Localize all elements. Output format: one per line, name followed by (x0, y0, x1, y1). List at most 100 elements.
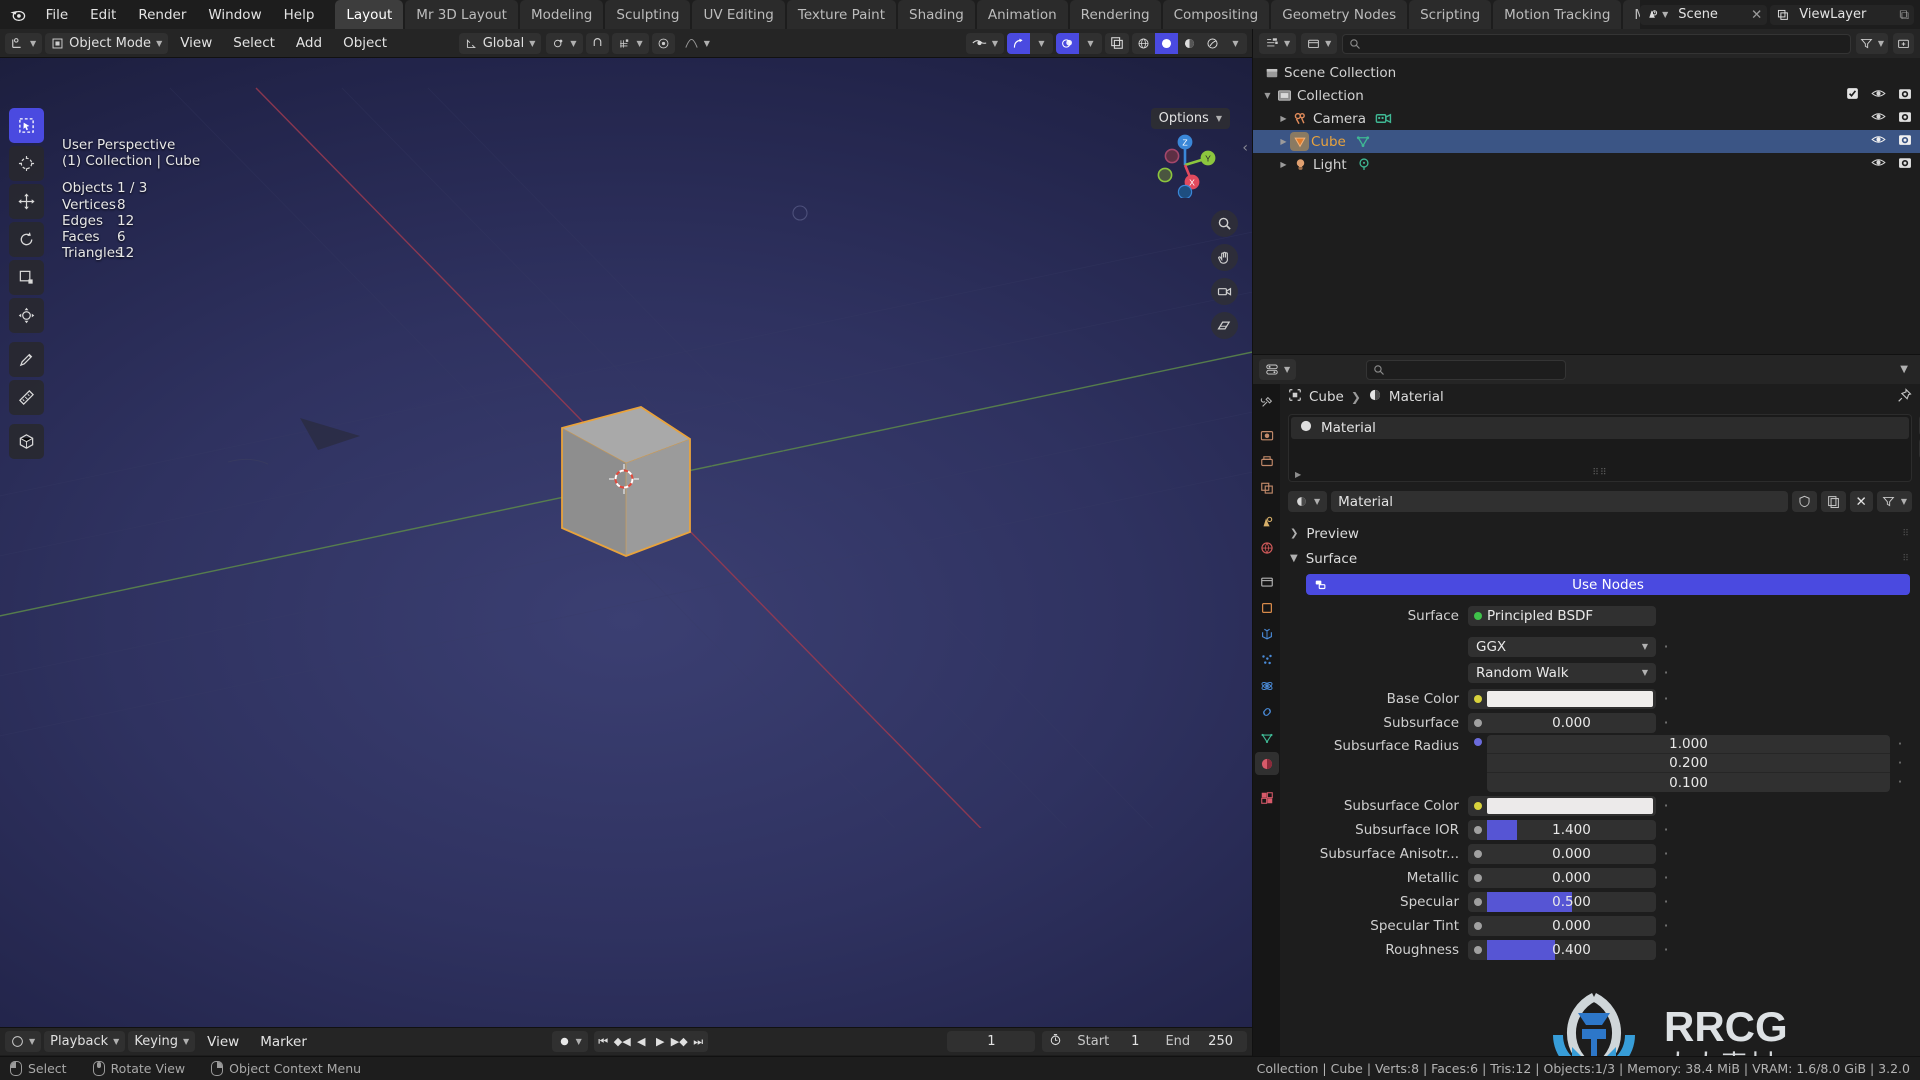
material-preview-shading-icon[interactable] (1178, 33, 1201, 54)
chevron-down-icon[interactable]: ▼ (1261, 91, 1274, 100)
editor-type-selector[interactable]: ▼ (5, 32, 43, 54)
prop-surface-value[interactable]: Principled BSDF (1468, 605, 1656, 626)
viewlayer-selector[interactable]: ViewLayer ⧉ (1770, 4, 1914, 25)
checkbox-icon[interactable] (1846, 87, 1859, 104)
breadcrumb-material[interactable]: Material (1389, 389, 1444, 405)
gizmo-toggle-group[interactable]: ▼ (1007, 32, 1053, 54)
timeline-menu-view[interactable]: View (198, 1031, 248, 1052)
fake-user-toggle[interactable] (1791, 491, 1817, 512)
animate-dot[interactable]: · (1656, 663, 1676, 682)
outliner-display-mode[interactable]: ▼ (1301, 33, 1338, 54)
play-icon[interactable]: ▶ (651, 1031, 670, 1052)
subsurface-color-swatch[interactable] (1468, 795, 1656, 816)
pivot-point-selector[interactable]: ▼ (546, 32, 583, 54)
timeline-menu-keying[interactable]: Keying ▼ (128, 1031, 196, 1052)
tab-modifiers[interactable] (1255, 622, 1279, 645)
workspace-tab-masking[interactable]: Maskin (1623, 0, 1641, 29)
camera-render-icon[interactable] (1898, 133, 1912, 151)
eye-icon[interactable] (1871, 110, 1886, 127)
browse-material-button[interactable]: ▼ (1288, 491, 1328, 512)
scene-unlink-icon[interactable]: ✕ (1746, 7, 1767, 23)
workspace-tab-uv-editing[interactable]: UV Editing (692, 0, 785, 29)
pin-icon[interactable] (1897, 387, 1912, 407)
material-name-field[interactable]: Material (1331, 491, 1788, 512)
tool-measure-icon[interactable] (9, 380, 44, 415)
tool-cursor-icon[interactable] (9, 146, 44, 181)
subsurface-method-dropdown[interactable]: Random Walk ▼ (1468, 662, 1656, 683)
tool-add-cube-icon[interactable] (9, 424, 44, 459)
viewport-menu-object[interactable]: Object (334, 33, 396, 54)
navigation-gizmo[interactable]: Z Y X (1152, 132, 1218, 198)
material-slot-list[interactable]: Material ▶ ⠿⠿ + − (1288, 414, 1920, 482)
show-overlays-icon[interactable] (1056, 32, 1079, 54)
workspace-tab-layout[interactable]: Layout (335, 0, 404, 29)
jump-to-end-icon[interactable]: ⏭ (689, 1031, 708, 1052)
rendered-shading-icon[interactable] (1201, 33, 1224, 54)
blender-logo-icon[interactable] (0, 0, 35, 29)
workspace-tab-modeling[interactable]: Modeling (519, 0, 604, 29)
wireframe-shading-icon[interactable] (1132, 33, 1155, 54)
workspace-tab-scripting[interactable]: Scripting (1409, 0, 1492, 29)
panel-drag-dots[interactable]: ⠿ (1902, 529, 1910, 539)
animate-dot[interactable]: · (1656, 916, 1676, 935)
proportional-falloff-selector[interactable]: ▼ (678, 33, 716, 54)
tool-scale-icon[interactable] (9, 260, 44, 295)
workspace-tab-geometry-nodes[interactable]: Geometry Nodes (1271, 0, 1408, 29)
tool-rotate-icon[interactable] (9, 222, 44, 257)
shading-options-chevron[interactable]: ▼ (1224, 33, 1247, 54)
metallic-slider[interactable]: 0.000 (1468, 867, 1656, 888)
animate-dot[interactable]: · (1656, 689, 1676, 708)
viewport-menu-add[interactable]: Add (287, 33, 331, 54)
eye-icon[interactable] (1871, 133, 1886, 150)
chevron-right-icon[interactable]: ▶ (1277, 160, 1290, 169)
outliner-new-collection-icon[interactable] (1893, 33, 1914, 54)
roughness-slider[interactable]: 0.400 (1468, 939, 1656, 960)
chevron-right-icon[interactable]: ▶ (1277, 137, 1290, 146)
camera-view-icon[interactable] (1211, 278, 1238, 305)
outliner-editor-type-icon[interactable]: ▼ (1259, 33, 1297, 54)
color-field[interactable] (1487, 690, 1653, 707)
tab-material[interactable] (1254, 752, 1279, 775)
animate-dot[interactable]: · (1656, 892, 1676, 911)
camera-data-icon[interactable] (1375, 111, 1392, 126)
show-gizmo-icon[interactable] (1007, 32, 1030, 54)
tab-render[interactable] (1255, 424, 1279, 447)
breadcrumb-object[interactable]: Cube (1309, 389, 1344, 405)
outliner-filter-icon[interactable]: ▼ (1855, 33, 1888, 54)
workspace-tab-mr-3d-layout[interactable]: Mr 3D Layout (405, 0, 518, 29)
visibility-selector[interactable]: ▼ (965, 32, 1004, 54)
chevron-right-icon[interactable]: ▶ (1277, 114, 1290, 123)
playback-transport[interactable]: ⏮ ◆◀ ◀ ▶ ▶◆ ⏭ (593, 1031, 708, 1052)
shading-mode-group[interactable]: ▼ (1132, 32, 1247, 54)
animate-dot[interactable]: · (1656, 940, 1676, 959)
menu-window[interactable]: Window (197, 0, 272, 29)
properties-options-chevron[interactable]: ▼ (1900, 364, 1908, 375)
object-mode-selector[interactable]: Object Mode ▼ (45, 32, 169, 54)
auto-keying-toggle[interactable]: ▼ (551, 1031, 588, 1052)
tab-tool[interactable] (1255, 390, 1279, 413)
xray-toggle[interactable] (1105, 32, 1129, 54)
tab-data[interactable] (1255, 726, 1279, 749)
workspace-tab-compositing[interactable]: Compositing (1162, 0, 1270, 29)
subsurface-radius-y[interactable]: 0.200 (1487, 754, 1890, 773)
eye-icon[interactable] (1871, 156, 1886, 173)
outliner-row-scene-collection[interactable]: Scene Collection (1253, 61, 1920, 84)
current-frame-field[interactable]: 1 (947, 1031, 1036, 1052)
light-data-icon[interactable] (1356, 157, 1372, 172)
workspace-tab-rendering[interactable]: Rendering (1069, 0, 1161, 29)
subsurface-ior-slider[interactable]: 1.400 (1468, 819, 1656, 840)
tab-texture[interactable] (1255, 786, 1279, 809)
tab-particles[interactable] (1255, 648, 1279, 671)
sidebar-collapse-icon[interactable]: ‹ (1242, 140, 1248, 156)
solid-shading-icon[interactable] (1155, 32, 1178, 54)
specular-slider[interactable]: 0.500 (1468, 891, 1656, 912)
proportional-edit-toggle[interactable] (651, 32, 675, 54)
panel-surface[interactable]: ▼ Surface ⠿ (1280, 546, 1920, 571)
tab-constraints[interactable] (1255, 700, 1279, 723)
expand-slot-list-icon[interactable]: ▶ (1295, 470, 1301, 479)
camera-render-icon[interactable] (1898, 156, 1912, 174)
outliner-row-collection[interactable]: ▼ Collection (1253, 84, 1920, 107)
menu-render[interactable]: Render (127, 0, 197, 29)
panel-preview[interactable]: ❯ Preview ⠿ (1280, 521, 1920, 546)
subsurface-anisotropy-field[interactable]: 0.000 (1468, 843, 1656, 864)
